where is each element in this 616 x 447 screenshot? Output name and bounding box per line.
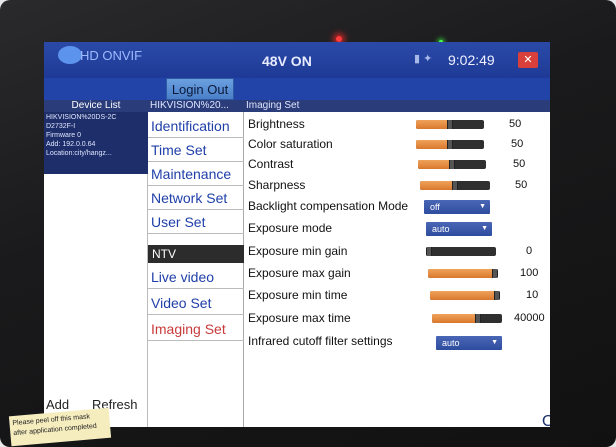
device-location: Location:city/hangz... xyxy=(46,150,112,157)
close-icon[interactable]: ✕ xyxy=(518,52,538,68)
ir-cutoff-value: auto xyxy=(442,338,460,348)
exposure-min-time-value: 10 xyxy=(526,289,539,301)
exposure-mode-dropdown[interactable]: auto ▼ xyxy=(426,222,492,236)
screen: HD ONVIF 48V ON ▮ ✦ 9:02:49 ✕ Login Out … xyxy=(44,42,550,427)
backlight-mode-label: Backlight compensation Mode xyxy=(248,199,409,213)
ir-cutoff-dropdown[interactable]: auto ▼ xyxy=(436,336,502,350)
sharpness-label: Sharpness xyxy=(248,178,306,192)
device-list-panel: Device List HIKVISION%20DS-2C D2732F-I F… xyxy=(44,100,148,427)
exposure-max-gain-label: Exposure max gain xyxy=(248,266,351,280)
ok-button[interactable]: OK xyxy=(542,413,550,427)
menu-item-user-set[interactable]: User Set xyxy=(148,210,244,234)
exposure-max-gain-slider[interactable] xyxy=(428,269,498,278)
slider-knob-icon[interactable] xyxy=(474,314,481,323)
slider-knob-icon[interactable] xyxy=(494,291,500,300)
sharpness-slider[interactable] xyxy=(420,181,490,190)
brightness-slider[interactable] xyxy=(416,120,484,129)
exposure-min-gain-value: 0 xyxy=(526,245,533,257)
ir-cutoff-label: Infrared cutoff filter settings xyxy=(248,334,393,348)
exposure-max-time-value: 40000 xyxy=(514,312,545,324)
voltage-indicator: 48V ON xyxy=(262,53,312,69)
chevron-down-icon: ▼ xyxy=(479,203,486,210)
menu-item-video-set[interactable]: Video Set xyxy=(148,291,244,315)
device-address: Add: 192.0.0.64 xyxy=(46,141,96,148)
app-logo-icon xyxy=(58,46,82,64)
device-list-header: Device List xyxy=(44,100,148,112)
sharpness-value: 50 xyxy=(515,179,528,191)
status-bar: HD ONVIF 48V ON ▮ ✦ 9:02:49 ✕ xyxy=(44,42,550,78)
menu-item-identification[interactable]: Identification xyxy=(148,114,244,138)
backlight-mode-value: off xyxy=(430,202,440,212)
saturation-slider[interactable] xyxy=(416,140,484,149)
exposure-max-gain-value: 100 xyxy=(520,267,539,279)
add-button[interactable]: Add xyxy=(46,397,69,412)
exposure-min-time-label: Exposure min time xyxy=(248,288,348,302)
chevron-down-icon: ▼ xyxy=(491,339,498,346)
settings-menu: HIKVISION%20... Identification Time Set … xyxy=(148,100,244,427)
exposure-max-time-slider[interactable] xyxy=(432,314,502,323)
menu-item-live-video[interactable]: Live video xyxy=(148,265,244,289)
backlight-mode-dropdown[interactable]: off ▼ xyxy=(424,200,490,214)
chevron-down-icon: ▼ xyxy=(481,225,488,232)
saturation-label: Color saturation xyxy=(248,137,333,151)
device-model: HIKVISION%20DS-2C xyxy=(46,114,117,121)
exposure-max-time-label: Exposure max time xyxy=(248,311,351,325)
device-list-item[interactable]: HIKVISION%20DS-2C D2732F-I Firmware 0 Ad… xyxy=(44,112,148,174)
menu-item-maintenance[interactable]: Maintenance xyxy=(148,162,244,186)
brightness-value: 50 xyxy=(509,118,522,130)
battery-icon: ▮ ✦ xyxy=(414,53,433,65)
app-title: HD ONVIF xyxy=(80,48,143,63)
slider-knob-icon[interactable] xyxy=(447,120,453,129)
toolbar xyxy=(44,78,550,100)
menu-item-imaging-set[interactable]: Imaging Set xyxy=(148,317,244,341)
exposure-min-time-slider[interactable] xyxy=(430,291,500,300)
menu-item-network-set[interactable]: Network Set xyxy=(148,186,244,210)
contrast-value: 50 xyxy=(513,158,526,170)
login-out-button[interactable]: Login Out xyxy=(166,78,234,100)
exposure-min-gain-slider[interactable] xyxy=(426,247,496,256)
contrast-label: Contrast xyxy=(248,157,294,171)
saturation-value: 50 xyxy=(511,138,524,150)
ntv-section-header: NTV xyxy=(148,245,244,263)
slider-knob-icon[interactable] xyxy=(447,140,453,149)
slider-knob-icon[interactable] xyxy=(426,247,432,256)
exposure-min-gain-label: Exposure min gain xyxy=(248,244,348,258)
contrast-slider[interactable] xyxy=(418,160,486,169)
slider-knob-icon[interactable] xyxy=(492,269,498,278)
menu-header: HIKVISION%20... xyxy=(148,100,244,112)
imaging-set-panel: Imaging Set Brightness 50 Color saturati… xyxy=(244,100,550,427)
brightness-label: Brightness xyxy=(248,117,305,131)
menu-item-time-set[interactable]: Time Set xyxy=(148,138,244,162)
exposure-mode-label: Exposure mode xyxy=(248,221,333,235)
clock: 9:02:49 xyxy=(448,52,495,68)
exposure-mode-value: auto xyxy=(432,224,450,234)
device-firmware: Firmware 0 xyxy=(46,132,82,139)
imaging-set-header: Imaging Set xyxy=(244,100,550,112)
slider-knob-icon[interactable] xyxy=(452,181,458,190)
device-model-suffix: D2732F-I xyxy=(46,123,76,130)
slider-knob-icon[interactable] xyxy=(449,160,455,169)
